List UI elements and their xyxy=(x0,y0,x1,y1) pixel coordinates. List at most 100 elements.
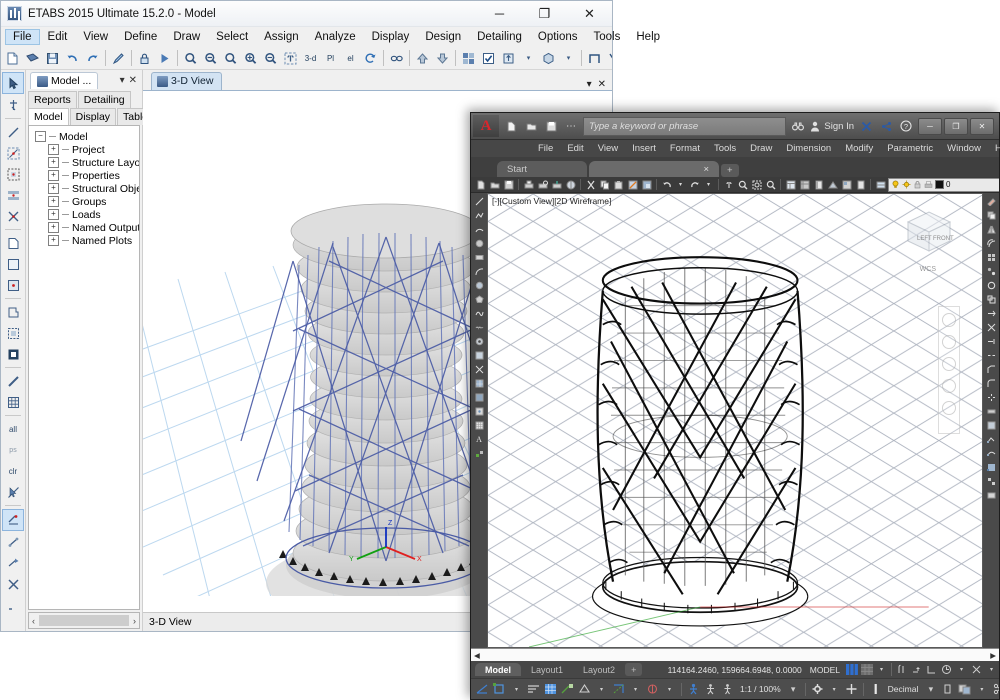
viewport-label[interactable]: [-][Custom View][2D Wireframe] xyxy=(492,196,611,206)
autocad-restore-button[interactable]: ❐ xyxy=(944,117,968,135)
mirror-icon[interactable] xyxy=(985,223,998,236)
navigation-bar[interactable] xyxy=(938,306,960,434)
tree-item-loads[interactable]: + Loads xyxy=(31,208,137,221)
pan-icon[interactable] xyxy=(281,49,300,68)
command-scroll-left-icon[interactable]: ◀ xyxy=(474,651,480,660)
assign-icon[interactable] xyxy=(3,553,23,573)
tab-detailing[interactable]: Detailing xyxy=(77,91,131,108)
arc-icon-1[interactable] xyxy=(473,223,486,236)
move-icon[interactable] xyxy=(985,265,998,278)
break-icon[interactable] xyxy=(985,349,998,362)
ucs-dropdown-icon[interactable]: ▾ xyxy=(628,682,643,697)
block-editor-icon[interactable] xyxy=(640,178,653,191)
binoculars-icon[interactable] xyxy=(790,118,806,134)
object-shrink-icon[interactable] xyxy=(539,49,558,68)
ac-menu-help[interactable]: Help xyxy=(988,142,1000,155)
ac-menu-view[interactable]: View xyxy=(591,142,625,155)
match-icon[interactable] xyxy=(985,419,998,432)
region-icon[interactable] xyxy=(473,349,486,362)
menu-draw[interactable]: Draw xyxy=(165,29,208,45)
chevron-down-icon[interactable]: ▾ xyxy=(120,75,125,86)
tree-expander[interactable]: + xyxy=(48,196,59,207)
match-properties-icon[interactable] xyxy=(626,178,639,191)
new-tab-button[interactable]: + xyxy=(721,164,739,177)
chevron-down-icon[interactable]: ▾ xyxy=(587,79,592,90)
add-scale-icon[interactable] xyxy=(924,662,939,677)
tab-3d-view[interactable]: 3-D View xyxy=(151,72,223,90)
zoom-extents-icon[interactable] xyxy=(241,49,260,68)
scale-list-icon[interactable] xyxy=(720,682,735,697)
menu-assign[interactable]: Assign xyxy=(256,29,307,45)
cut-icon[interactable] xyxy=(584,178,597,191)
rotate-icon[interactable] xyxy=(985,279,998,292)
edit-array-icon[interactable] xyxy=(985,475,998,488)
tree-expander[interactable]: + xyxy=(48,157,59,168)
set-object-icon[interactable] xyxy=(3,532,23,552)
divide-icon[interactable] xyxy=(473,363,486,376)
rotate-3d-icon[interactable] xyxy=(361,49,380,68)
trim-icon[interactable] xyxy=(985,321,998,334)
tree-expander[interactable]: + xyxy=(48,222,59,233)
elevation-view-icon[interactable]: el xyxy=(341,49,360,68)
intersecting-line-select-icon[interactable] xyxy=(3,164,23,184)
select-by-pointer-icon[interactable] xyxy=(3,95,23,115)
object-assigns-icon[interactable] xyxy=(459,49,478,68)
save-icon[interactable] xyxy=(543,118,559,134)
command-line[interactable]: ◀ ▶ xyxy=(471,648,999,661)
chamfer-icon[interactable] xyxy=(985,363,998,376)
space-indicator[interactable]: MODEL xyxy=(806,665,844,675)
snap-dropdown-icon[interactable]: ▾ xyxy=(509,682,524,697)
ac-menu-file[interactable]: File xyxy=(531,142,560,155)
tree-item-structure-layout[interactable]: + Structure Layout xyxy=(31,156,139,169)
tree-item-model[interactable]: − Model xyxy=(31,130,137,143)
deselect-icon[interactable] xyxy=(3,206,23,226)
menu-view[interactable]: View xyxy=(75,29,116,45)
new-model-icon[interactable] xyxy=(3,49,22,68)
annotation-visibility-icon[interactable] xyxy=(686,682,701,697)
command-scroll-right-icon[interactable]: ▶ xyxy=(990,651,996,660)
menu-select[interactable]: Select xyxy=(208,29,256,45)
polygon-icon[interactable] xyxy=(473,293,486,306)
extrude-icon[interactable] xyxy=(499,49,518,68)
isolate-icon[interactable] xyxy=(991,682,999,697)
tree-expander[interactable]: + xyxy=(48,144,59,155)
properties-icon[interactable] xyxy=(784,178,797,191)
scale-icon[interactable] xyxy=(985,293,998,306)
ac-menu-tools[interactable]: Tools xyxy=(707,142,743,155)
draw-floor-icon[interactable] xyxy=(3,275,23,295)
osnap-icon[interactable] xyxy=(577,682,592,697)
tree-expander[interactable]: + xyxy=(48,183,59,194)
scrollbar-thumb[interactable] xyxy=(39,615,129,626)
freeze-icon[interactable] xyxy=(902,180,911,189)
tree-horizontal-scrollbar[interactable]: ‹ › xyxy=(28,612,140,629)
scroll-left-icon[interactable]: ‹ xyxy=(29,616,38,626)
hatch-icon[interactable] xyxy=(473,377,486,390)
tree-item-project[interactable]: + Project xyxy=(31,143,137,156)
draw-rect-area-icon[interactable] xyxy=(3,254,23,274)
zoom-window-icon[interactable] xyxy=(750,178,763,191)
layout-tab-layout2[interactable]: Layout2 xyxy=(573,663,625,676)
layout-viewport-icon[interactable] xyxy=(859,662,874,677)
donut-icon[interactable] xyxy=(473,335,486,348)
polyline-icon[interactable] xyxy=(473,209,486,222)
edit-spline-icon[interactable] xyxy=(985,447,998,460)
otrack-icon[interactable] xyxy=(611,682,626,697)
units-value[interactable]: Decimal xyxy=(885,684,922,694)
section-cut-icon[interactable] xyxy=(585,49,604,68)
undo-icon[interactable] xyxy=(63,49,82,68)
join-icon[interactable] xyxy=(985,405,998,418)
ortho-angle-icon[interactable] xyxy=(475,682,490,697)
draw-grid-icon[interactable] xyxy=(3,392,23,412)
cycling-dropdown-icon[interactable]: ▾ xyxy=(974,682,989,697)
layer-control[interactable]: 0 ▾ xyxy=(888,177,999,192)
draw-brace-icon[interactable] xyxy=(3,371,23,391)
check-box-icon[interactable] xyxy=(479,49,498,68)
autodesk-exchange-icon[interactable] xyxy=(858,118,874,134)
snap-icon[interactable] xyxy=(3,595,23,615)
layout-tab-model[interactable]: Model xyxy=(475,663,521,676)
plot-icon[interactable] xyxy=(924,180,933,189)
ac-menu-edit[interactable]: Edit xyxy=(560,142,590,155)
snap-grid-icon[interactable] xyxy=(492,682,507,697)
zoom-in-icon[interactable] xyxy=(181,49,200,68)
etabs-maximize-button[interactable]: ❐ xyxy=(522,2,567,26)
